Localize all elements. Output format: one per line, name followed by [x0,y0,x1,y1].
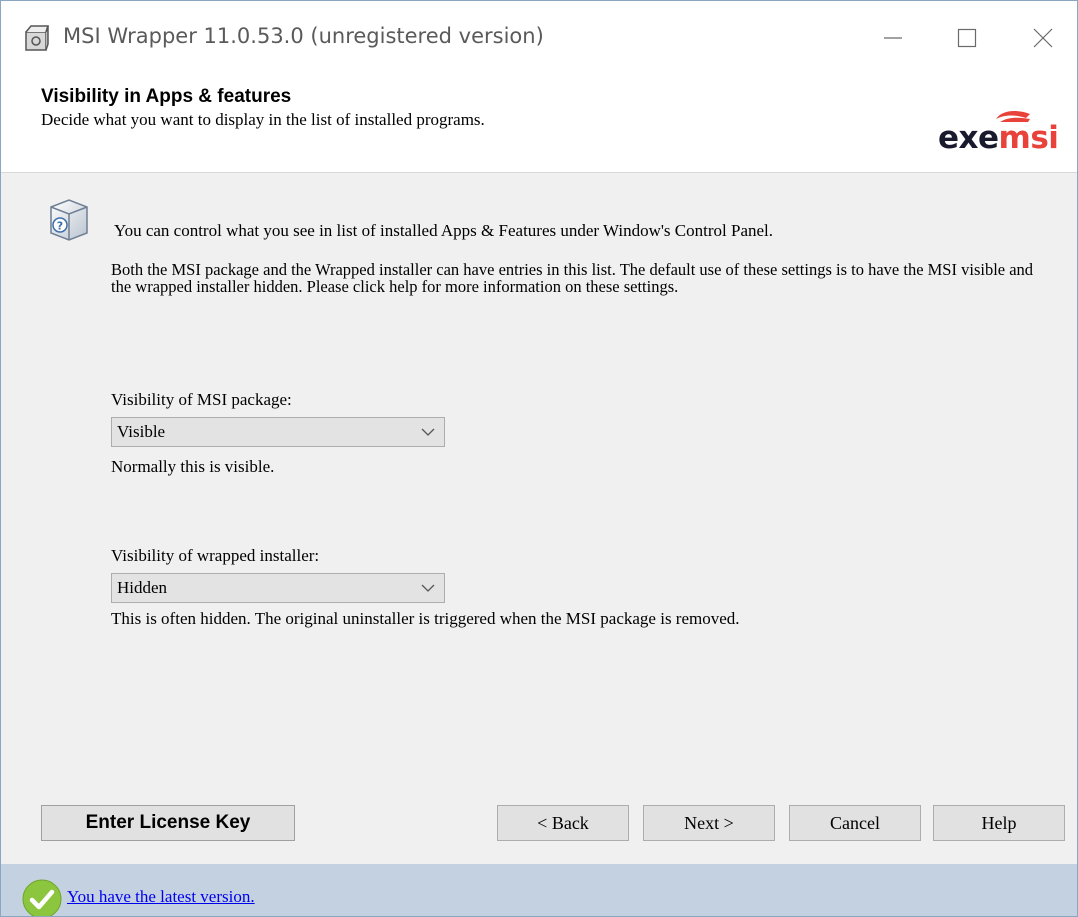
msi-visibility-select[interactable]: Visible [111,417,445,447]
checkmark-icon [22,879,62,916]
page-title: Visibility in Apps & features [41,86,292,107]
back-button[interactable]: < Back [497,805,629,841]
wrapped-visibility-value: Hidden [117,578,168,597]
wrapped-visibility-label: Visibility of wrapped installer: [111,546,320,565]
close-icon [1033,28,1053,48]
description-text: Both the MSI package and the Wrapped ins… [111,260,1034,296]
status-bar: You have the latest version. [1,864,1077,916]
question-box-icon: ? [50,199,88,241]
next-button[interactable]: Next > [643,805,775,841]
minimize-icon [884,37,902,39]
msi-wrapper-app-icon [25,25,49,51]
svg-text:?: ? [57,220,63,233]
wrapped-visibility-hint: This is often hidden. The original unins… [111,609,740,628]
maximize-icon [957,28,977,48]
wrapped-visibility-select[interactable]: Hidden [111,573,445,603]
logo-msi-text: msi [998,120,1059,156]
msi-wrapper-window: MSI Wrapper 11.0.53.0 (unregistered vers… [0,0,1078,917]
enter-license-key-button[interactable]: Enter License Key [41,805,295,841]
exemsi-logo: exemsi [938,109,1068,169]
chevron-down-icon [421,584,435,592]
chevron-down-icon [421,428,435,436]
logo-exe-text: exe [938,120,999,156]
page-header: Visibility in Apps & features Decide wha… [1,75,1077,173]
close-button[interactable] [1017,15,1069,61]
title-bar[interactable]: MSI Wrapper 11.0.53.0 (unregistered vers… [1,1,1077,75]
logo-wordmark: exemsi [938,120,1059,156]
maximize-button[interactable] [941,15,993,61]
window-title: MSI Wrapper 11.0.53.0 (unregistered vers… [63,24,544,48]
page-subtitle: Decide what you want to display in the l… [41,110,485,129]
main-content: ? You can control what you see in list o… [1,173,1077,813]
intro-text: You can control what you see in list of … [114,221,774,240]
cancel-button[interactable]: Cancel [789,805,921,841]
help-button[interactable]: Help [933,805,1065,841]
msi-visibility-label: Visibility of MSI package: [111,390,292,409]
msi-visibility-value: Visible [117,422,166,441]
msi-visibility-hint: Normally this is visible. [111,457,275,476]
latest-version-link[interactable]: You have the latest version. [67,887,255,907]
minimize-button[interactable] [867,15,919,61]
